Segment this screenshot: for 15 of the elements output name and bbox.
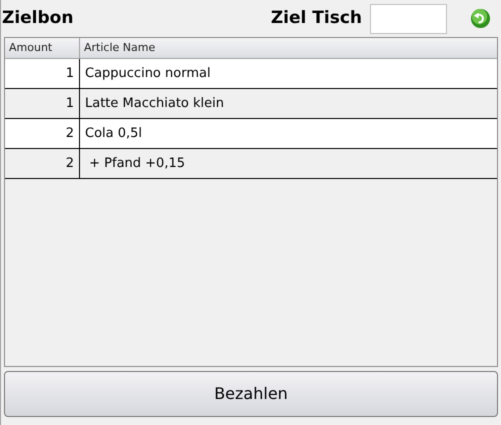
column-header[interactable]: Amount: [5, 38, 80, 58]
target-table-field[interactable]: [370, 4, 447, 34]
refresh-icon[interactable]: [470, 8, 491, 29]
amount-cell: 1: [5, 59, 80, 88]
article-cell-text: Latte Macchiato klein: [84, 94, 226, 113]
column-header[interactable]: Article Name: [80, 38, 497, 58]
pay-button[interactable]: Bezahlen: [4, 371, 498, 417]
amount-cell: 1: [5, 89, 80, 118]
target-table-label: Ziel Tisch: [270, 6, 362, 30]
article-cell-text: + Pfand +0,15: [88, 154, 186, 173]
article-cell-text: Cola 0,5l: [84, 124, 144, 143]
amount-cell: 2: [5, 119, 80, 148]
panel-title: Zielbon: [2, 6, 74, 30]
amount-cell: 2: [5, 149, 80, 178]
article-cell-text: Cappuccino normal: [84, 64, 212, 83]
